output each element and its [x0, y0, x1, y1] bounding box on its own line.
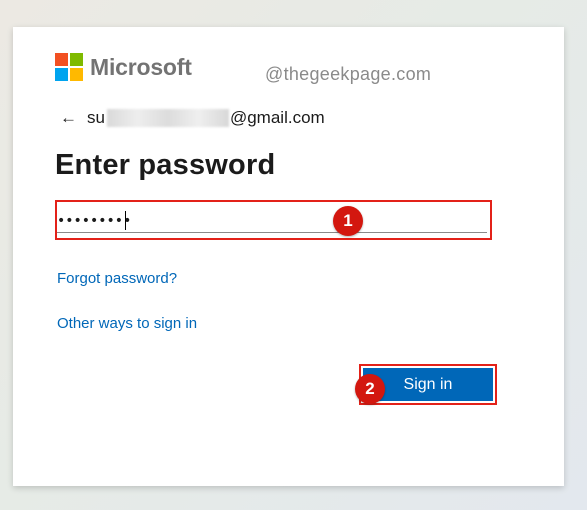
brand-name: Microsoft	[90, 53, 192, 80]
text-caret	[125, 211, 126, 230]
page-title: Enter password	[55, 149, 276, 181]
forgot-password-link[interactable]: Forgot password?	[57, 270, 177, 287]
logo-square-blue	[55, 68, 68, 81]
account-identity: ← su @gmail.com	[60, 108, 325, 128]
email-redaction	[106, 109, 229, 127]
email-prefix: su	[87, 108, 105, 127]
email-suffix: @gmail.com	[229, 108, 325, 127]
arrow-left-icon[interactable]: ←	[60, 108, 77, 128]
logo-square-red	[55, 53, 68, 66]
microsoft-logo-icon	[55, 53, 83, 81]
password-input[interactable]	[57, 210, 487, 233]
step-badge-1: 1	[333, 206, 363, 236]
other-ways-link[interactable]: Other ways to sign in	[57, 315, 197, 332]
logo-square-green	[70, 53, 83, 66]
microsoft-logo: Microsoft	[55, 53, 192, 81]
sign-in-card	[13, 27, 564, 486]
logo-square-yellow	[70, 68, 83, 81]
watermark: @thegeekpage.com	[265, 64, 432, 84]
step-badge-2: 2	[355, 374, 385, 404]
